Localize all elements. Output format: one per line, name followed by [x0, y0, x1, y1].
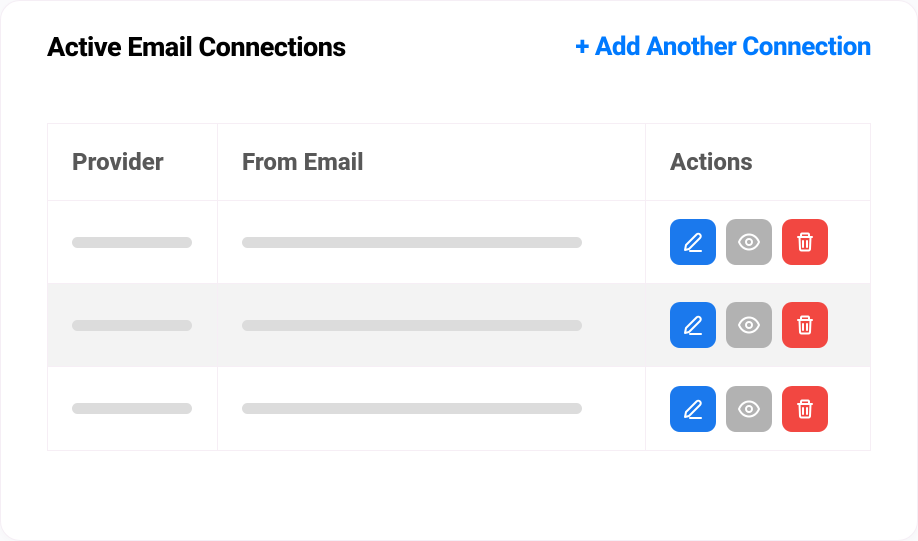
table-row: [48, 367, 870, 450]
trash-icon: [793, 397, 817, 421]
action-buttons: [670, 302, 828, 348]
eye-icon: [737, 230, 761, 254]
eye-icon: [737, 313, 761, 337]
skeleton-placeholder: [72, 237, 192, 248]
table-header-row: Provider From Email Actions: [48, 124, 870, 201]
cell-provider: [48, 284, 218, 366]
pencil-icon: [681, 313, 705, 337]
cell-actions: [646, 201, 870, 283]
pencil-icon: [681, 230, 705, 254]
column-header-from-email: From Email: [218, 124, 646, 200]
delete-button[interactable]: [782, 386, 828, 432]
add-connection-link[interactable]: + Add Another Connection: [575, 32, 871, 62]
pencil-icon: [681, 397, 705, 421]
skeleton-placeholder: [72, 320, 192, 331]
page-title: Active Email Connections: [47, 31, 346, 63]
cell-actions: [646, 284, 870, 366]
cell-from-email: [218, 367, 646, 450]
skeleton-placeholder: [242, 237, 582, 248]
table-row: [48, 284, 870, 367]
eye-icon: [737, 397, 761, 421]
cell-provider: [48, 201, 218, 283]
delete-button[interactable]: [782, 219, 828, 265]
action-buttons: [670, 219, 828, 265]
cell-from-email: [218, 284, 646, 366]
delete-button[interactable]: [782, 302, 828, 348]
action-buttons: [670, 386, 828, 432]
skeleton-placeholder: [242, 403, 582, 414]
edit-button[interactable]: [670, 219, 716, 265]
view-button[interactable]: [726, 302, 772, 348]
view-button[interactable]: [726, 219, 772, 265]
trash-icon: [793, 230, 817, 254]
connections-table: Provider From Email Actions: [47, 123, 871, 451]
column-header-actions: Actions: [646, 124, 870, 200]
cell-actions: [646, 367, 870, 450]
email-connections-card: Active Email Connections + Add Another C…: [0, 0, 918, 541]
cell-provider: [48, 367, 218, 450]
edit-button[interactable]: [670, 386, 716, 432]
column-header-provider: Provider: [48, 124, 218, 200]
card-header: Active Email Connections + Add Another C…: [47, 31, 871, 63]
skeleton-placeholder: [242, 320, 582, 331]
trash-icon: [793, 313, 817, 337]
table-row: [48, 201, 870, 284]
cell-from-email: [218, 201, 646, 283]
skeleton-placeholder: [72, 403, 192, 414]
view-button[interactable]: [726, 386, 772, 432]
edit-button[interactable]: [670, 302, 716, 348]
